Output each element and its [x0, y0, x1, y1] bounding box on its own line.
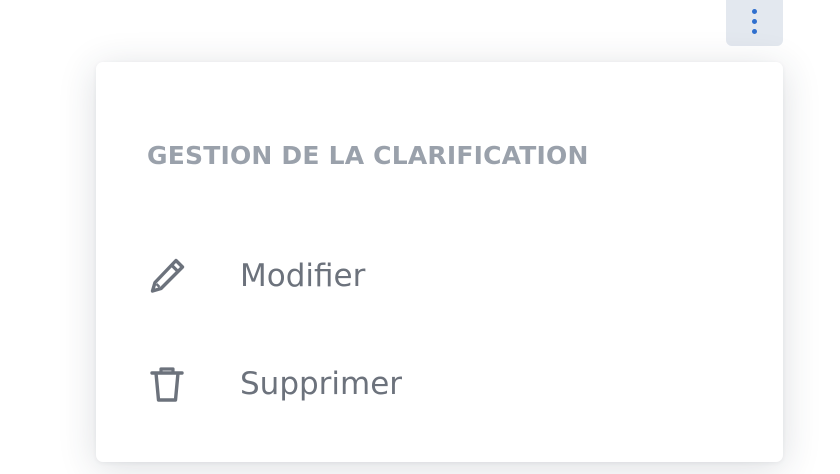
kebab-dot	[752, 8, 757, 14]
edit-menu-item[interactable]: Modifier	[136, 244, 746, 308]
screen: GESTION DE LA CLARIFICATION Modifier Sup…	[0, 0, 840, 474]
more-options-button[interactable]	[726, 0, 783, 46]
kebab-dot	[752, 18, 757, 24]
trash-icon	[145, 362, 189, 406]
delete-menu-item-label: Supprimer	[240, 366, 403, 402]
kebab-dot	[752, 28, 757, 34]
edit-menu-item-label: Modifier	[240, 258, 366, 294]
delete-menu-item[interactable]: Supprimer	[136, 352, 746, 416]
dropdown-menu: GESTION DE LA CLARIFICATION Modifier Sup…	[96, 62, 783, 462]
menu-section-heading: GESTION DE LA CLARIFICATION	[147, 141, 589, 170]
pencil-icon	[145, 254, 189, 298]
